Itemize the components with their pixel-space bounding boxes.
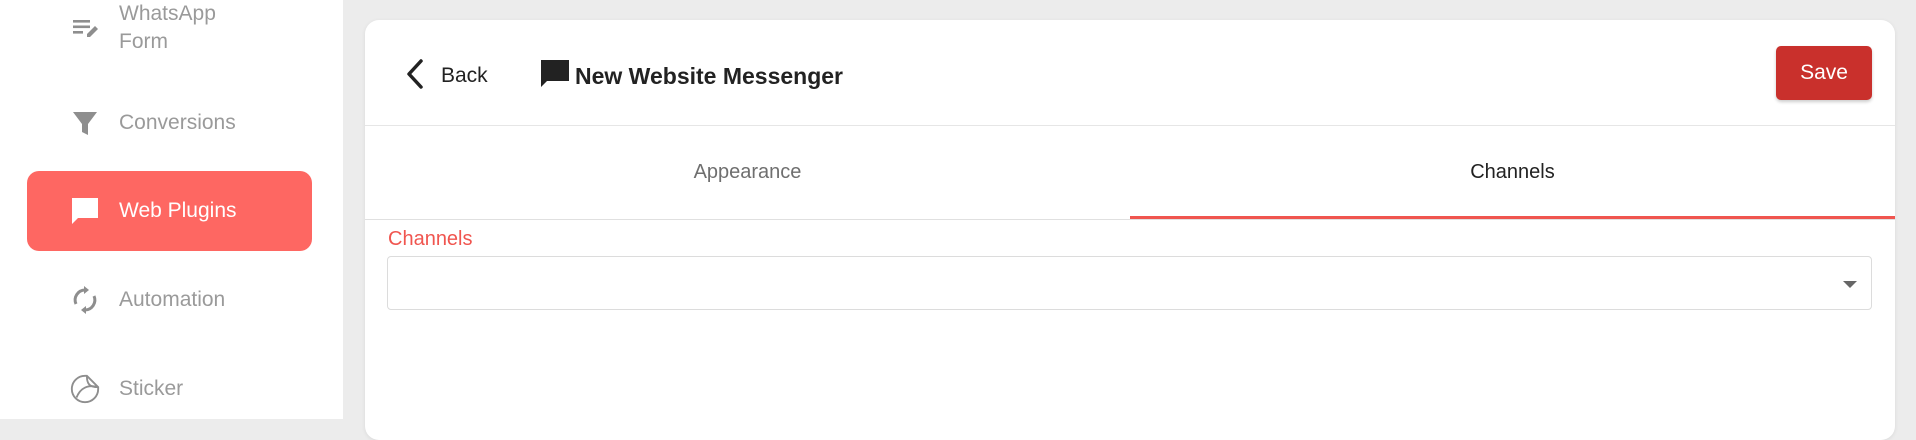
page-title: New Website Messenger — [539, 56, 843, 96]
sidebar-item-sticker[interactable]: Sticker — [27, 349, 312, 419]
chat-bubble-icon — [69, 195, 101, 227]
chevron-left-icon — [405, 58, 425, 95]
sidebar-item-label: Automation — [119, 288, 226, 311]
sidebar-item-label: Sticker — [119, 377, 184, 400]
sidebar-item-conversions[interactable]: Conversions — [27, 83, 312, 163]
sidebar-item-whatsapp-form[interactable]: WhatsApp Form — [27, 0, 312, 68]
back-button[interactable]: Back — [405, 56, 488, 96]
sidebar-item-automation[interactable]: Automation — [27, 260, 312, 340]
sticker-icon — [69, 373, 101, 405]
card-header: Back New Website Messenger Save — [365, 20, 1895, 126]
tab-channels[interactable]: Channels — [1130, 126, 1895, 218]
tab-bar: Appearance Channels — [365, 126, 1895, 220]
form-list-icon — [69, 12, 101, 44]
tab-appearance[interactable]: Appearance — [365, 126, 1130, 218]
sidebar-item-label-line2: Form — [119, 30, 168, 53]
channels-field-label: Channels — [388, 228, 473, 250]
channels-select[interactable] — [387, 256, 1872, 310]
filter-icon — [69, 107, 101, 139]
sidebar-item-label: WhatsApp — [119, 2, 216, 25]
active-tab-indicator — [1130, 216, 1895, 219]
caret-down-icon — [1843, 281, 1857, 288]
page-title-text: New Website Messenger — [575, 62, 844, 89]
sidebar-item-label: Web Plugins — [119, 199, 237, 222]
sync-icon — [69, 284, 101, 316]
chat-bubble-icon — [539, 58, 571, 95]
editor-card: Back New Website Messenger Save Appearan… — [365, 20, 1895, 440]
sidebar: WhatsApp Form Conversions Web Plugins Au… — [0, 0, 343, 419]
sidebar-item-web-plugins[interactable]: Web Plugins — [27, 171, 312, 251]
back-label: Back — [441, 64, 488, 87]
sidebar-item-label: Conversions — [119, 111, 236, 134]
save-button[interactable]: Save — [1776, 46, 1872, 100]
